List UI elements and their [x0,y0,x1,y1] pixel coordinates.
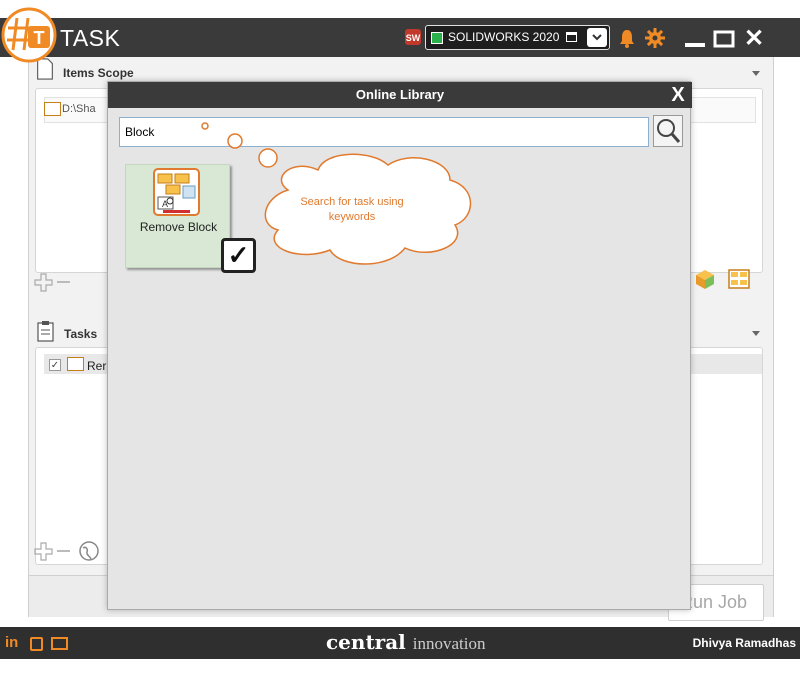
remove-task-icon[interactable] [57,550,70,552]
result-label: Remove Block [139,220,218,234]
online-library-dialog: Online Library X A Remove Block ✓ [107,81,692,610]
tasks-label: Tasks [64,327,98,341]
footer-bar: in central innovation Dhivya Ramadhas [0,627,800,659]
youtube-icon[interactable] [30,637,43,651]
hashtag-t-logo-icon: T [1,7,57,63]
search-button[interactable] [653,115,683,147]
minimize-button[interactable] [683,30,707,50]
library-search-input[interactable] [119,117,649,147]
grid-view-icon[interactable] [728,269,750,289]
remove-block-icon: A [153,168,200,216]
annotation-text: Search for task using keywords [300,196,404,223]
globe-icon[interactable] [78,540,100,562]
mail-icon[interactable] [51,637,68,650]
library-result-tile[interactable]: A Remove Block ✓ [125,164,256,273]
product-status-icon [431,32,443,44]
assembly-icon [44,102,61,116]
product-version-value: SOLIDWORKS 2020 [448,30,560,44]
add-item-icon[interactable] [34,273,53,292]
close-window-button[interactable]: ✕ [742,27,766,51]
solidworks-icon[interactable]: SW [404,28,422,46]
remove-item-icon[interactable] [57,281,70,283]
items-scope-path: D:\Sha [62,103,96,115]
gear-icon[interactable] [644,27,666,49]
product-version-select[interactable]: SOLIDWORKS 2020 [425,25,610,50]
tasks-chevron-down-icon[interactable] [752,331,760,336]
items-scope-chevron-down-icon[interactable] [752,71,760,76]
brand-light-text: innovation [412,634,486,653]
task-row-label: Rer [87,359,107,373]
task-app-window: TASK SW SOLIDWORKS 2020 ✕ T Items Scope … [0,0,800,697]
brand-bold-text: central [326,630,406,654]
add-task-icon[interactable] [34,542,53,561]
bell-icon[interactable] [616,27,638,49]
maximize-button[interactable] [712,29,736,49]
linkedin-icon[interactable]: in [5,634,18,651]
chevron-down-icon[interactable] [587,28,607,47]
dialog-close-button[interactable]: X [668,84,688,106]
window-icon [566,32,577,42]
user-name[interactable]: Dhivya Ramadhas [693,636,796,650]
result-selected-checkbox[interactable]: ✓ [221,238,256,273]
title-bar: TASK SW SOLIDWORKS 2020 ✕ [0,18,800,57]
dialog-title: Online Library [108,82,692,108]
tasks-clipboard-icon [37,321,54,342]
central-innovation-logo: central innovation [326,630,485,654]
task-checkbox[interactable]: ✓ [49,359,61,371]
task-type-icon [67,357,84,371]
app-title: TASK [60,25,121,51]
magnifier-icon [657,119,681,143]
part-box-icon[interactable] [694,268,716,290]
items-scope-label: Items Scope [63,66,134,80]
svg-text:SW: SW [406,33,421,43]
svg-text:T: T [34,28,45,48]
